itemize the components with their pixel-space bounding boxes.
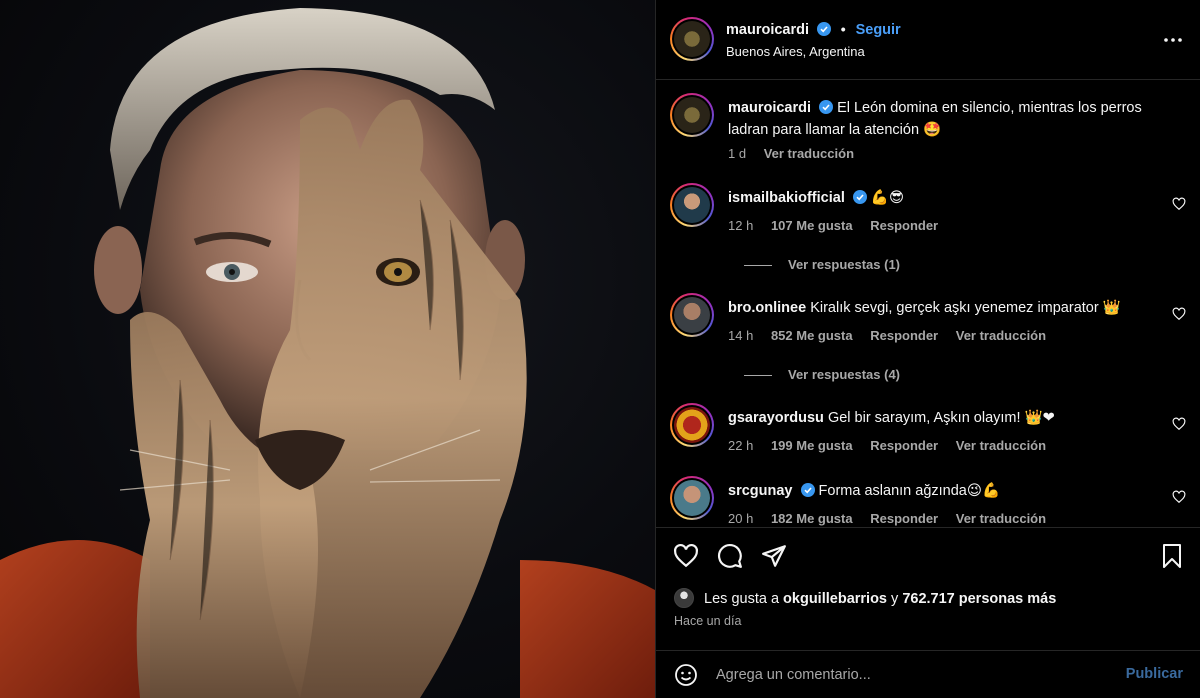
- reply-button[interactable]: Responder: [870, 328, 938, 343]
- likes-summary[interactable]: Les gusta a okguillebarrios y 762.717 pe…: [674, 588, 1056, 608]
- emoji-icon[interactable]: [674, 663, 698, 687]
- post-location[interactable]: Buenos Aires, Argentina: [726, 44, 865, 59]
- comment-bubble-icon[interactable]: [717, 543, 743, 569]
- caption-age[interactable]: 1 d: [728, 146, 746, 161]
- caption-translate-link[interactable]: Ver traducción: [764, 146, 854, 161]
- comment-age[interactable]: 20 h: [728, 511, 753, 526]
- follow-button[interactable]: Seguir: [856, 22, 901, 38]
- post-time[interactable]: Hace un día: [674, 614, 741, 628]
- comment-text: Kiralık sevgi, gerçek aşkı yenemez impar…: [810, 300, 1121, 316]
- post-caption: mauroicardi El León domina en silencio, …: [668, 93, 1188, 165]
- view-replies-button[interactable]: Ver respuestas (1): [744, 257, 900, 272]
- author-username[interactable]: mauroicardi: [726, 22, 809, 38]
- add-comment-input[interactable]: [716, 663, 1096, 687]
- comment-age[interactable]: 14 h: [728, 328, 753, 343]
- post-side-panel: mauroicardi • Seguir Buenos Aires, Argen…: [655, 0, 1200, 698]
- post-photo-artwork: [0, 8, 655, 698]
- comment-likes[interactable]: 107 Me gusta: [771, 218, 853, 233]
- commenter-username[interactable]: srcgunay: [728, 483, 792, 499]
- view-replies-button[interactable]: Ver respuestas (4): [744, 367, 900, 382]
- verified-badge-icon: [819, 100, 834, 114]
- comment-item: srcgunay Forma aslanın ağzında😉💪 20 h 18…: [668, 476, 1188, 527]
- likes-others[interactable]: 762.717 personas más: [902, 591, 1056, 607]
- commenter-username[interactable]: ismailbakiofficial: [728, 190, 845, 206]
- author-avatar[interactable]: [670, 17, 714, 61]
- comment-translate-link[interactable]: Ver traducción: [956, 438, 1046, 453]
- reply-button[interactable]: Responder: [870, 438, 938, 453]
- likes-joiner: y: [891, 591, 899, 607]
- commenter-username[interactable]: gsarayordusu: [728, 410, 824, 426]
- comments-list[interactable]: mauroicardi El León domina en silencio, …: [656, 81, 1200, 527]
- verified-badge-icon: [816, 22, 831, 36]
- comment-likes[interactable]: 199 Me gusta: [771, 438, 853, 453]
- save-bookmark-icon[interactable]: [1160, 543, 1184, 569]
- liker-avatar: [674, 588, 694, 608]
- share-paper-plane-icon[interactable]: [761, 543, 787, 569]
- replies-divider-line: [744, 375, 772, 377]
- caption-avatar[interactable]: [670, 93, 714, 137]
- view-replies-label: Ver respuestas (1): [788, 257, 901, 272]
- post-header: mauroicardi • Seguir Buenos Aires, Argen…: [656, 0, 1200, 80]
- like-heart-icon[interactable]: [673, 543, 699, 569]
- commenter-username[interactable]: bro.onlinee: [728, 300, 806, 316]
- comment-item: ismailbakiofficial 💪😎 12 h 107 Me gusta …: [668, 183, 1188, 279]
- like-comment-heart-icon[interactable]: [1172, 417, 1186, 431]
- add-comment-bar: Publicar: [656, 650, 1200, 698]
- post-actions-section: Les gusta a okguillebarrios y 762.717 pe…: [656, 527, 1200, 698]
- post-image[interactable]: [0, 0, 655, 698]
- commenter-avatar[interactable]: [670, 403, 714, 447]
- like-comment-heart-icon[interactable]: [1172, 197, 1186, 211]
- comment-age[interactable]: 22 h: [728, 438, 753, 453]
- commenter-avatar[interactable]: [670, 183, 714, 227]
- comment-translate-link[interactable]: Ver traducción: [956, 328, 1046, 343]
- comment-text: 💪😎: [870, 190, 905, 206]
- verified-badge-icon: [800, 483, 815, 497]
- reply-button[interactable]: Responder: [870, 511, 938, 526]
- comment-text: Forma aslanın ağzında😉💪: [818, 483, 1001, 499]
- publish-button[interactable]: Publicar: [1126, 666, 1183, 682]
- view-replies-label: Ver respuestas (4): [788, 367, 901, 382]
- separator-dot: •: [840, 21, 846, 37]
- comment-age[interactable]: 12 h: [728, 218, 753, 233]
- commenter-avatar[interactable]: [670, 476, 714, 520]
- comment-likes[interactable]: 182 Me gusta: [771, 511, 853, 526]
- like-comment-heart-icon[interactable]: [1172, 307, 1186, 321]
- reply-button[interactable]: Responder: [870, 218, 938, 233]
- caption-username[interactable]: mauroicardi: [728, 100, 811, 116]
- commenter-avatar[interactable]: [670, 293, 714, 337]
- comment-likes[interactable]: 852 Me gusta: [771, 328, 853, 343]
- verified-badge-icon: [852, 190, 867, 204]
- replies-divider-line: [744, 265, 772, 267]
- instagram-post-view: mauroicardi • Seguir Buenos Aires, Argen…: [0, 0, 1200, 698]
- liker-username[interactable]: okguillebarrios: [783, 591, 887, 607]
- comment-text: Gel bir sarayım, Aşkın olayım! 👑❤: [827, 410, 1055, 426]
- like-comment-heart-icon[interactable]: [1172, 490, 1186, 504]
- more-options-icon[interactable]: [1163, 30, 1183, 50]
- comment-item: bro.onlinee Kiralık sevgi, gerçek aşkı y…: [668, 293, 1188, 389]
- likes-prefix: Les gusta a: [704, 591, 780, 607]
- comment-item: gsarayordusu Gel bir sarayım, Aşkın olay…: [668, 403, 1188, 463]
- comment-translate-link[interactable]: Ver traducción: [956, 511, 1046, 526]
